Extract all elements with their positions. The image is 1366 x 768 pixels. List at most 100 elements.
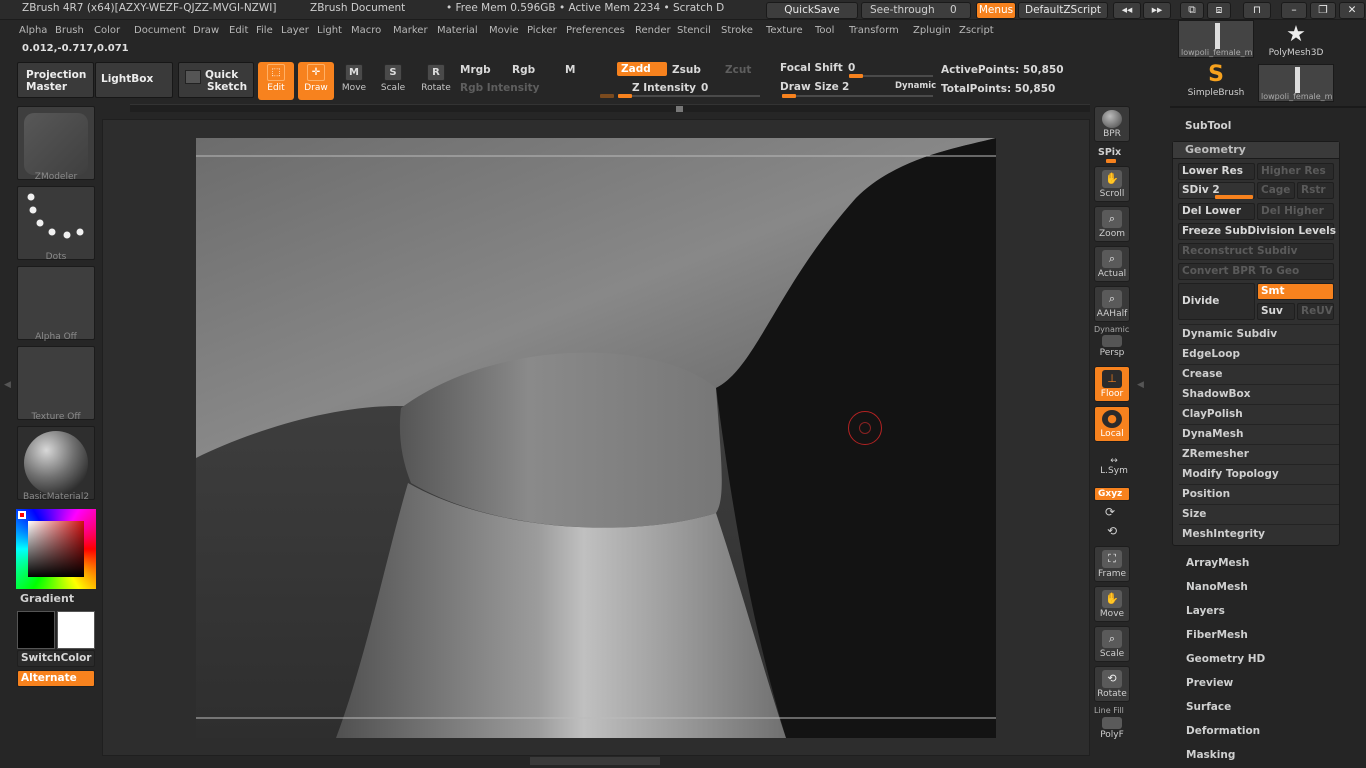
reconstruct-subdiv-button[interactable]: Reconstruct Subdiv <box>1178 243 1334 260</box>
menu-material[interactable]: Material <box>437 25 478 36</box>
texture-thumb[interactable] <box>17 346 95 420</box>
right-arrows-icon[interactable]: ▸▸ <box>1143 2 1171 19</box>
gradient-label[interactable]: Gradient <box>20 592 74 605</box>
persp-button[interactable]: Persp <box>1094 332 1130 360</box>
rotate-mode-button[interactable]: R Rotate <box>418 62 454 100</box>
frame-button[interactable]: ⛶ Frame <box>1094 546 1130 582</box>
menu-transform[interactable]: Transform <box>849 25 899 36</box>
scale-mode-button[interactable]: S Scale <box>375 62 411 100</box>
collapse-tray-icon[interactable]: ◀ <box>1137 380 1144 402</box>
tool-thumb-lowpoli-2[interactable]: lowpoli_female_m <box>1258 64 1334 102</box>
zadd-button[interactable]: Zadd <box>617 62 667 76</box>
material-thumb[interactable] <box>17 426 95 500</box>
move-view-button[interactable]: ✋ Move <box>1094 586 1130 622</box>
position-item[interactable]: Position <box>1179 484 1339 502</box>
stroke-thumb[interactable] <box>17 186 95 260</box>
layout-alt-icon[interactable]: ⧈ <box>1207 2 1231 19</box>
menu-document[interactable]: Document <box>134 25 186 36</box>
menu-zplugin[interactable]: Zplugin <box>913 25 951 36</box>
reuv-button[interactable]: ReUV <box>1297 303 1334 320</box>
dynamic-subdiv-item[interactable]: Dynamic Subdiv <box>1179 324 1339 342</box>
convert-bpr-button[interactable]: Convert BPR To Geo <box>1178 263 1334 280</box>
menu-edit[interactable]: Edit <box>229 25 248 36</box>
draw-mode-button[interactable]: ✛ Draw <box>298 62 334 100</box>
menu-marker[interactable]: Marker <box>393 25 428 36</box>
geometry-hd-menu[interactable]: Geometry HD <box>1186 653 1265 665</box>
zoom-button[interactable]: ⌕ Zoom <box>1094 206 1130 242</box>
lightbox-button[interactable]: LightBox <box>95 62 173 98</box>
focal-shift-slider[interactable]: Focal Shift <box>780 62 843 74</box>
freeze-subdivision-button[interactable]: Freeze SubDivision Levels <box>1178 223 1336 240</box>
menu-light[interactable]: Light <box>317 25 342 36</box>
masking-menu[interactable]: Masking <box>1186 749 1235 761</box>
default-zscript-button[interactable]: DefaultZScript <box>1018 2 1108 19</box>
color-picker-square[interactable] <box>28 521 84 577</box>
menu-file[interactable]: File <box>256 25 273 36</box>
primary-color-swatch[interactable] <box>17 611 55 649</box>
close-icon[interactable]: ✕ <box>1339 2 1365 19</box>
layout-icon[interactable]: ⧉ <box>1180 2 1204 19</box>
del-higher-button[interactable]: Del Higher <box>1257 203 1334 220</box>
document-canvas[interactable] <box>102 119 1090 756</box>
dynamic-toggle[interactable]: Dynamic <box>895 81 936 91</box>
collapse-left-tray-icon[interactable]: ◀ <box>4 380 11 402</box>
rotate-view-button[interactable]: ⟲ Rotate <box>1094 666 1130 702</box>
shelf-handle[interactable] <box>676 106 683 112</box>
rgb-button[interactable]: Rgb <box>512 64 535 76</box>
maximize-icon[interactable]: ❐ <box>1310 2 1336 19</box>
color-picker-ring[interactable] <box>16 509 96 589</box>
dynamesh-item[interactable]: DynaMesh <box>1179 424 1339 442</box>
menu-zscript[interactable]: Zscript <box>959 25 994 36</box>
smt-toggle[interactable]: Smt <box>1257 283 1334 300</box>
alpha-thumb[interactable] <box>17 266 95 340</box>
arraymesh-menu[interactable]: ArrayMesh <box>1186 557 1249 569</box>
edgeloop-item[interactable]: EdgeLoop <box>1179 344 1339 362</box>
lsym-button[interactable]: ↔ L.Sym <box>1096 456 1132 476</box>
del-lower-button[interactable]: Del Lower <box>1178 203 1255 220</box>
menus-toggle-button[interactable]: Menus <box>976 2 1016 19</box>
menu-color[interactable]: Color <box>94 25 120 36</box>
alternate-button[interactable]: Alternate <box>17 670 95 687</box>
divide-button[interactable]: Divide <box>1178 283 1255 320</box>
menu-render[interactable]: Render <box>635 25 671 36</box>
layers-menu[interactable]: Layers <box>1186 605 1225 617</box>
menu-stroke[interactable]: Stroke <box>721 25 753 36</box>
surface-menu[interactable]: Surface <box>1186 701 1231 713</box>
menu-preferences[interactable]: Preferences <box>566 25 625 36</box>
menu-tool[interactable]: Tool <box>815 25 834 36</box>
floor-button[interactable]: ⊥ Floor <box>1094 366 1130 402</box>
brush-thumb[interactable] <box>17 106 95 180</box>
canvas-scroll-handle[interactable] <box>530 757 660 765</box>
tool-thumb-simplebrush[interactable]: S SimpleBrush <box>1178 62 1254 102</box>
polyf-button[interactable]: PolyF <box>1094 714 1130 744</box>
spix-slider[interactable]: SPix <box>1098 147 1121 158</box>
deformation-menu[interactable]: Deformation <box>1186 725 1260 737</box>
see-through-slider[interactable]: See-through 0 <box>861 2 971 19</box>
quicksave-button[interactable]: QuickSave <box>766 2 858 19</box>
menu-movie[interactable]: Movie <box>489 25 519 36</box>
z-intensity-slider[interactable]: Z Intensity <box>632 82 696 94</box>
scale-view-button[interactable]: ⌕ Scale <box>1094 626 1130 662</box>
z-intensity-handle[interactable] <box>618 94 632 98</box>
size-item[interactable]: Size <box>1179 504 1339 522</box>
modify-topology-item[interactable]: Modify Topology <box>1179 464 1339 482</box>
crease-item[interactable]: Crease <box>1179 364 1339 382</box>
rgb-intensity-slider[interactable]: Rgb Intensity <box>460 82 539 94</box>
shadowbox-item[interactable]: ShadowBox <box>1179 384 1339 402</box>
fibermesh-menu[interactable]: FiberMesh <box>1186 629 1248 641</box>
move-mode-button[interactable]: M Move <box>336 62 372 100</box>
menu-brush[interactable]: Brush <box>55 25 84 36</box>
menu-texture[interactable]: Texture <box>766 25 803 36</box>
tool-thumb-lowpoli-1[interactable]: lowpoli_female_m <box>1178 20 1254 58</box>
spix-handle[interactable] <box>1106 159 1116 163</box>
lock-icon[interactable]: ⊓ <box>1243 2 1271 19</box>
local-button[interactable]: ● Local <box>1094 406 1130 442</box>
switch-color-button[interactable]: SwitchColor <box>17 650 95 667</box>
menu-picker[interactable]: Picker <box>527 25 557 36</box>
minimize-icon[interactable]: – <box>1281 2 1307 19</box>
menu-layer[interactable]: Layer <box>281 25 309 36</box>
bpr-button[interactable]: BPR <box>1094 106 1130 142</box>
quick-sketch-button[interactable]: Quick Sketch <box>178 62 254 98</box>
preview-menu[interactable]: Preview <box>1186 677 1233 689</box>
rgb-intensity-handle[interactable] <box>600 94 614 98</box>
